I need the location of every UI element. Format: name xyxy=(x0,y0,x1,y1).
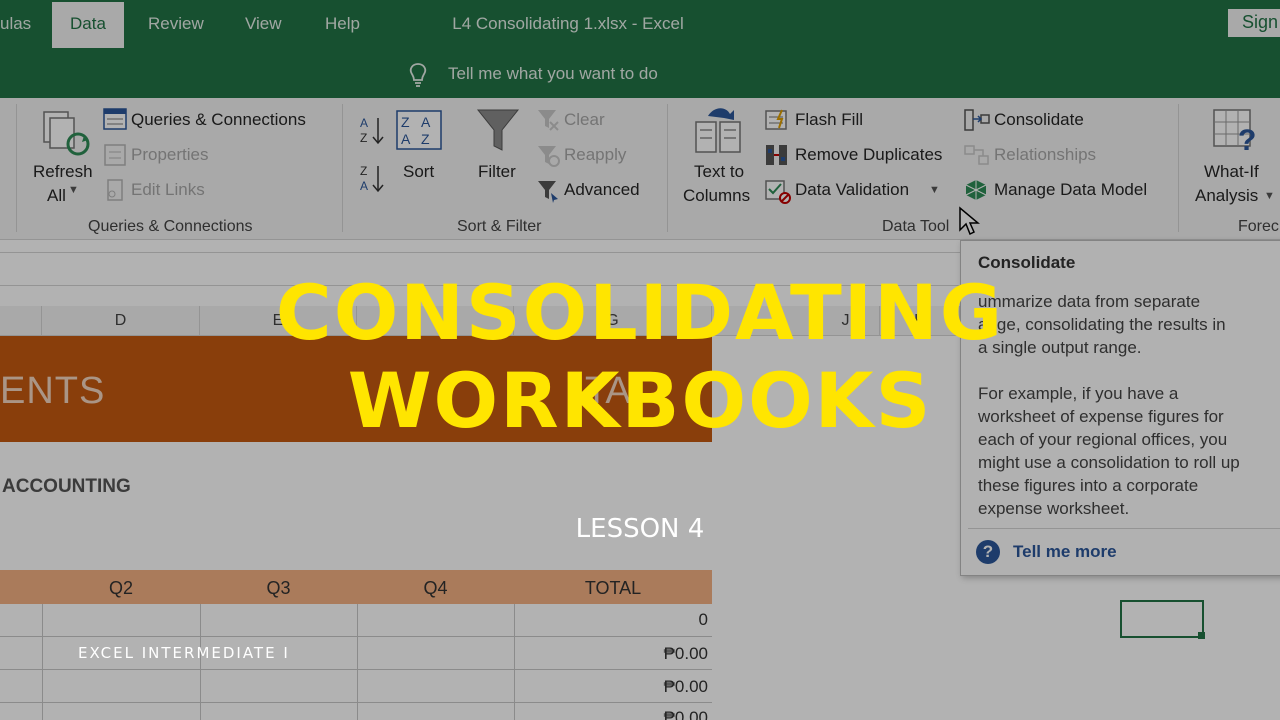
course-name: EXCEL INTERMEDIATE I xyxy=(78,644,290,662)
lesson-title-line-1: CONSOLIDATING xyxy=(275,268,1005,357)
lesson-title-line-2: WORKBOOKS xyxy=(347,356,933,445)
lesson-number: LESSON 4 xyxy=(575,514,705,544)
